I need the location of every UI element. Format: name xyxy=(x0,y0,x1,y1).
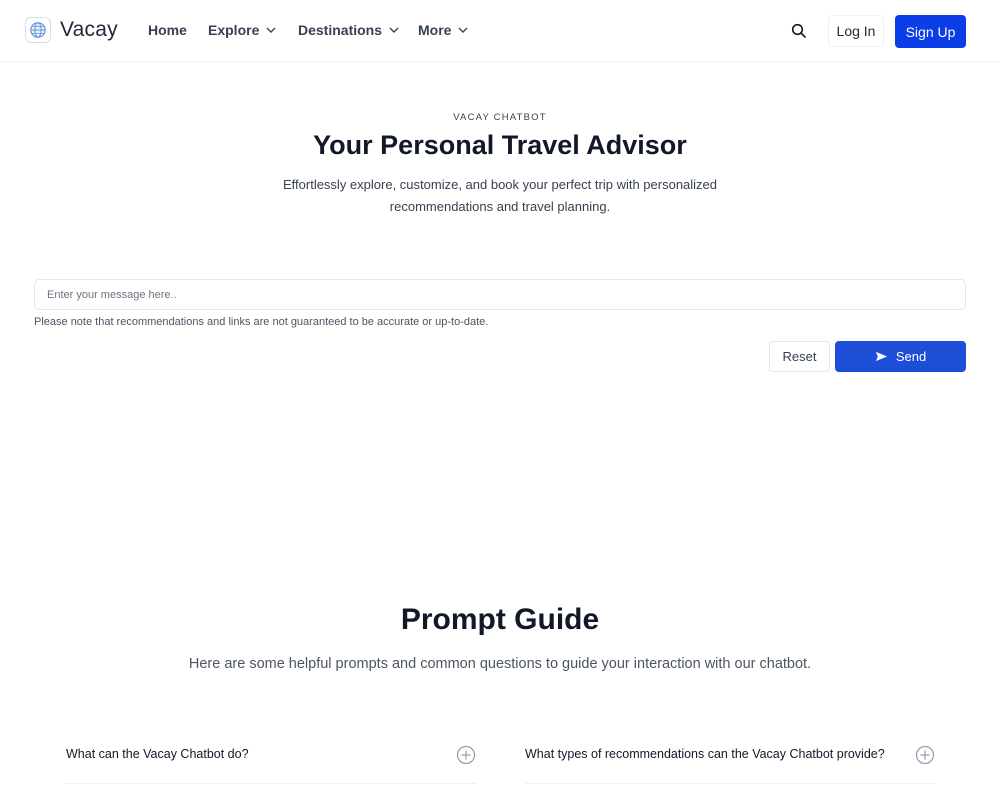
faq-item[interactable]: What can the Vacay Chatbot do? xyxy=(66,736,476,784)
chevron-down-icon xyxy=(266,27,276,33)
nav-more-label: More xyxy=(418,22,452,38)
brand-name[interactable]: Vacay xyxy=(60,18,118,42)
plus-circle-icon[interactable] xyxy=(915,745,935,765)
nav-explore-label: Explore xyxy=(208,22,260,38)
nav-destinations-label: Destinations xyxy=(298,22,383,38)
top-navbar: Vacay Home Explore Destinations More Log… xyxy=(0,0,1000,62)
send-icon xyxy=(875,351,887,362)
search-button[interactable] xyxy=(787,19,811,43)
hero-subtitle: Effortlessly explore, customize, and boo… xyxy=(282,177,718,214)
page-title: Your Personal Travel Advisor xyxy=(313,130,687,160)
nav-home[interactable]: Home xyxy=(148,22,187,38)
faq-item[interactable]: What types of recommendations can the Va… xyxy=(525,736,935,784)
nav-destinations[interactable]: Destinations xyxy=(298,22,400,38)
faq-question: What types of recommendations can the Va… xyxy=(525,747,885,761)
search-icon xyxy=(791,23,806,38)
send-label: Send xyxy=(895,349,927,364)
prompt-guide-title: Prompt Guide xyxy=(400,603,600,636)
reset-button[interactable]: Reset xyxy=(769,341,830,372)
nav-more[interactable]: More xyxy=(418,22,469,38)
vacay-logo-icon[interactable] xyxy=(25,17,51,43)
login-button[interactable]: Log In xyxy=(828,15,884,47)
send-button[interactable]: Send xyxy=(835,341,966,372)
nav-explore[interactable]: Explore xyxy=(208,22,277,38)
hero-eyebrow: VACAY CHATBOT xyxy=(453,112,547,123)
faq-question: What can the Vacay Chatbot do? xyxy=(66,747,249,761)
prompt-guide-subtitle: Here are some helpful prompts and common… xyxy=(188,656,812,672)
chevron-down-icon xyxy=(389,27,399,33)
signup-button[interactable]: Sign Up xyxy=(895,15,966,48)
chevron-down-icon xyxy=(458,27,468,33)
nav-home-label: Home xyxy=(148,22,187,38)
plus-circle-icon[interactable] xyxy=(456,745,476,765)
disclaimer-note: Please note that recommendations and lin… xyxy=(34,316,489,328)
message-input[interactable] xyxy=(34,279,966,310)
